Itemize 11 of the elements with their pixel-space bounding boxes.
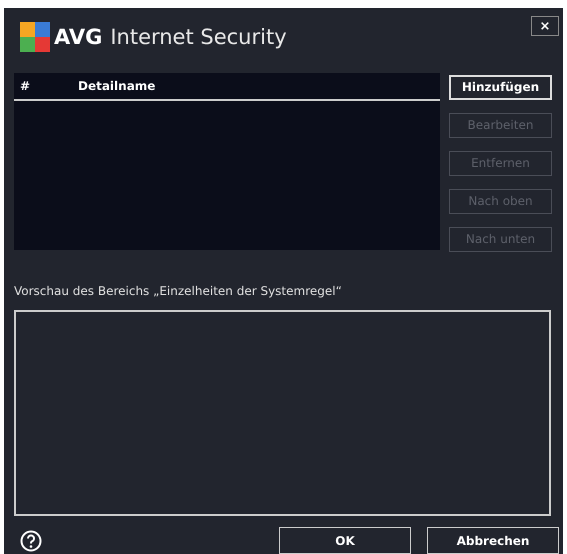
- close-button[interactable]: ×: [531, 16, 559, 36]
- dialog-button[interactable]: OK: [279, 527, 411, 554]
- logo-icon: [20, 22, 50, 52]
- window-title: Internet Security: [110, 24, 287, 50]
- preview-label: Vorschau des Bereichs „Einzelheiten der Systemregel“: [14, 282, 343, 300]
- help-icon[interactable]: [20, 530, 42, 552]
- logo-text: AVG: [54, 24, 102, 50]
- dialog-button[interactable]: Abbrechen: [427, 527, 559, 554]
- side-button[interactable]: Hinzufügen: [449, 74, 552, 100]
- column-header: Detailname: [78, 78, 156, 95]
- column-header: #: [19, 78, 32, 95]
